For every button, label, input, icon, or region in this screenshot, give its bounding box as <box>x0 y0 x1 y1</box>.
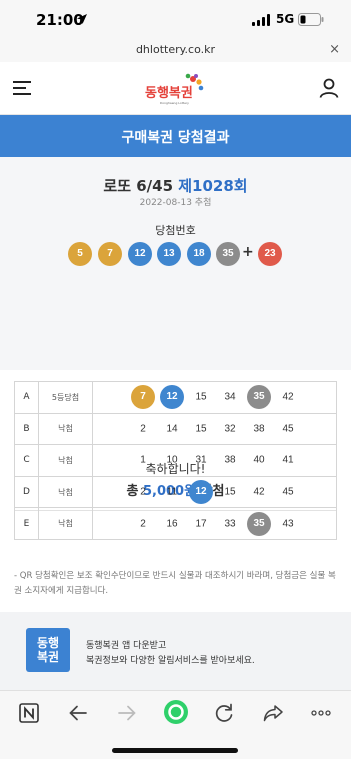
status-bar: 21:00 5G <box>0 0 351 40</box>
back-arrow-icon[interactable] <box>67 702 89 724</box>
logo-text: 동행복권 <box>145 85 193 101</box>
logo-subtext: Donghaeng Lottery <box>160 101 189 105</box>
ticket-number: 15 <box>195 423 207 435</box>
promo-line-2: 복권정보와 다양한 알림서비스를 받아보세요. <box>86 656 255 666</box>
ticket-number: 15 <box>224 486 236 498</box>
signal-icon <box>252 14 270 26</box>
location-arrow-icon <box>77 14 87 24</box>
ticket-id: A <box>14 381 39 414</box>
ticket-number: 1 <box>140 454 146 466</box>
home-indicator <box>112 748 238 753</box>
user-icon[interactable] <box>319 78 339 98</box>
naver-green-dot-icon[interactable] <box>163 699 189 725</box>
ticket-id: C <box>14 444 39 477</box>
app-logo-icon[interactable]: 동행 복권 <box>26 628 70 672</box>
bonus-ball: 23 <box>258 242 282 266</box>
site-header: 동행복권 Donghaeng Lottery <box>0 62 351 115</box>
ticket-number: 41 <box>282 454 294 466</box>
reload-icon[interactable] <box>213 702 235 724</box>
ticket-number: 14 <box>166 423 178 435</box>
game-name: 로또 6/45 <box>103 177 174 195</box>
ticket-number: 45 <box>282 423 294 435</box>
draw-round: 제1028회 <box>178 177 248 195</box>
draw-result-area: 로또 6/45 제1028회 2022-08-13 추첨 당첨번호 5 7 12 13… <box>0 157 351 511</box>
winning-ball: 35 <box>216 242 240 266</box>
hamburger-menu-icon[interactable] <box>13 80 31 96</box>
promo-line-1: 동행복권 앱 다운받고 <box>86 641 167 651</box>
ticket-number: 2 <box>140 423 146 435</box>
ticket-number-match: 35 <box>247 511 271 536</box>
qr-notice: - QR 당첨확인은 보조 확인수단이므로 반드시 실물과 대조하시기 바라며,… <box>14 571 336 596</box>
ticket-row: B 낙첨 2 14 15 32 38 45 <box>14 412 337 445</box>
network-label: 5G <box>276 12 295 26</box>
url-domain[interactable]: dhlottery.co.kr <box>0 43 351 56</box>
ticket-id: B <box>14 412 39 445</box>
browser-toolbar <box>0 690 351 759</box>
ticket-id: D <box>14 475 39 508</box>
battery-icon <box>298 13 324 26</box>
winning-ball: 12 <box>128 242 152 266</box>
ticket-number: 33 <box>224 518 236 530</box>
ticket-numbers: 2 11 12 15 42 45 <box>92 475 337 508</box>
winning-ball: 7 <box>98 242 122 266</box>
ticket-number: 2 <box>140 486 146 498</box>
ticket-status: 낙첨 <box>38 444 93 477</box>
more-icon[interactable] <box>310 702 332 724</box>
ticket-number: 40 <box>253 454 265 466</box>
url-bar[interactable]: dhlottery.co.kr × <box>0 40 351 62</box>
ticket-number: 11 <box>166 486 178 498</box>
naver-n-icon[interactable] <box>18 702 40 724</box>
ticket-number: 17 <box>195 518 207 530</box>
bonus-plus: + <box>242 244 254 260</box>
ticket-numbers: 1 10 31 38 40 41 <box>92 444 337 477</box>
ticket-table: A 5등당첨 7 12 15 34 35 42 B 낙첨 2 14 15 32 38 45 C 낙첨 1 10 31 38… <box>14 381 337 540</box>
game-title: 로또 6/45 제1028회 <box>0 175 351 196</box>
winning-numbers-label: 당첨번호 <box>155 224 196 237</box>
winning-ball: 18 <box>187 242 211 266</box>
ticket-id: E <box>14 507 39 540</box>
share-icon[interactable] <box>262 702 284 724</box>
ticket-row: D 낙첨 2 11 12 15 42 45 <box>14 475 337 508</box>
ticket-numbers: 2 14 15 32 38 45 <box>92 412 337 445</box>
ticket-number: 10 <box>166 454 178 466</box>
ticket-number-match: 7 <box>131 385 155 410</box>
ticket-status: 낙첨 <box>38 475 93 508</box>
ticket-number: 42 <box>282 391 294 403</box>
ticket-number: 15 <box>195 391 207 403</box>
donghaeng-lottery-logo[interactable]: 동행복권 Donghaeng Lottery <box>144 73 208 107</box>
ticket-number: 43 <box>282 518 294 530</box>
ticket-status: 5등당첨 <box>38 381 93 414</box>
ticket-status: 낙첨 <box>38 507 93 540</box>
app-icon-text-2: 복권 <box>36 650 60 664</box>
ticket-row: C 낙첨 1 10 31 38 40 41 <box>14 444 337 477</box>
app-promo-banner[interactable]: 동행 복권 동행복권 앱 다운받고 복권정보와 다양한 알림서비스를 받아보세요… <box>0 612 351 690</box>
ticket-number-match: 35 <box>247 385 271 410</box>
page-title: 구매복권 당첨결과 <box>121 130 230 146</box>
draw-date: 2022-08-13 추첨 <box>139 198 212 208</box>
title-band: 구매복권 당첨결과 <box>0 115 351 157</box>
ticket-number: 31 <box>195 454 207 466</box>
ticket-number: 16 <box>166 518 178 530</box>
forward-arrow-icon[interactable] <box>116 702 138 724</box>
winning-ball: 5 <box>68 242 92 266</box>
ticket-number-match: 12 <box>160 385 184 410</box>
ticket-numbers: 7 12 15 34 35 42 <box>93 382 337 414</box>
ticket-number: 32 <box>224 423 236 435</box>
ticket-number: 34 <box>224 391 236 403</box>
ticket-number: 42 <box>253 486 265 498</box>
ticket-status: 낙첨 <box>38 412 93 445</box>
ticket-row: A 5등당첨 7 12 15 34 35 42 <box>14 381 337 414</box>
winning-ball: 13 <box>157 242 181 266</box>
ticket-number-match: 12 <box>189 480 213 505</box>
ticket-number: 38 <box>253 423 265 435</box>
ticket-numbers: 2 16 17 33 35 43 <box>92 507 337 540</box>
ticket-number: 2 <box>140 518 146 530</box>
app-icon-text-1: 동행 <box>36 636 60 650</box>
ticket-number: 38 <box>224 454 236 466</box>
ticket-number: 45 <box>282 486 294 498</box>
ticket-row: E 낙첨 2 16 17 33 35 43 <box>14 507 337 540</box>
close-icon[interactable]: × <box>329 42 340 57</box>
